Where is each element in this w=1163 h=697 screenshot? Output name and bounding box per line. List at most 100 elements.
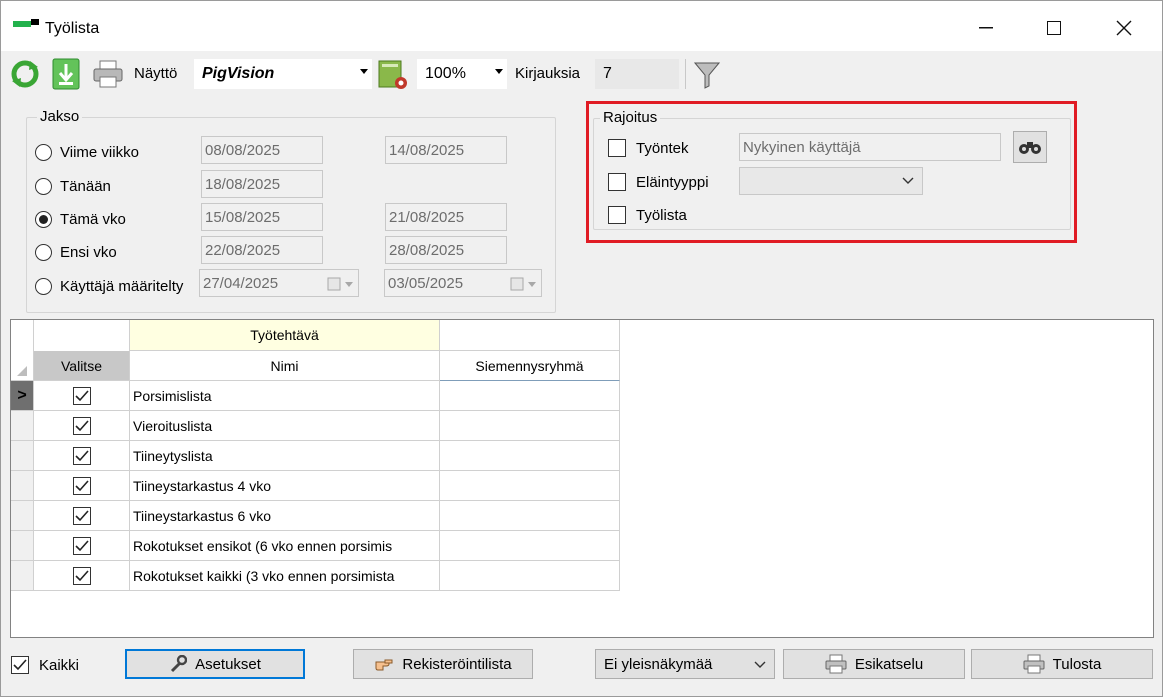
close-button[interactable] xyxy=(1109,13,1139,43)
row-checkbox[interactable] xyxy=(72,386,92,406)
today-date-field: 18/08/2025 xyxy=(201,170,323,198)
custom-to-date-picker[interactable]: 03/05/2025 xyxy=(384,269,542,297)
select-all-corner-icon xyxy=(17,365,27,376)
row-select-cell[interactable] xyxy=(34,411,130,441)
date-text: 15/08/2025 xyxy=(205,208,281,226)
row-name-cell[interactable]: Tiineystarkastus 6 vko xyxy=(130,501,440,531)
row-name-cell[interactable]: Tiineystarkastus 4 vko xyxy=(130,471,440,501)
checkbox[interactable] xyxy=(11,656,29,674)
period-legend: Jakso xyxy=(37,108,83,125)
row-name-cell[interactable]: Vieroituslista xyxy=(130,411,440,441)
print-button[interactable] xyxy=(91,59,125,89)
date-text: 21/08/2025 xyxy=(389,208,465,226)
row-group-cell[interactable] xyxy=(440,411,620,441)
row-checkbox[interactable] xyxy=(72,476,92,496)
radio-label: Käyttäjä määritelty xyxy=(60,278,184,295)
records-count: 7 xyxy=(595,59,679,89)
task-band-header: Työtehtävä xyxy=(130,320,440,351)
row-header[interactable]: > xyxy=(11,381,34,411)
row-group-cell[interactable] xyxy=(440,501,620,531)
row-header[interactable] xyxy=(11,501,34,531)
radio-button[interactable] xyxy=(35,244,52,261)
row-checkbox[interactable] xyxy=(72,416,92,436)
group-band-cell xyxy=(440,320,620,351)
row-name-cell[interactable]: Tiineytyslista xyxy=(130,441,440,471)
check-icon xyxy=(72,416,91,435)
print-preview-icon xyxy=(825,654,847,674)
preview-label: Esikatselu xyxy=(854,655,924,673)
row-select-cell[interactable] xyxy=(34,381,130,411)
row-name-cell[interactable]: Rokotukset ensikot (6 vko ennen porsimis xyxy=(130,531,440,561)
toolbar-separator xyxy=(685,59,686,89)
corner-cell xyxy=(11,320,34,351)
row-select-cell[interactable] xyxy=(34,441,130,471)
row-group-cell[interactable] xyxy=(440,531,620,561)
all-checkbox[interactable]: Kaikki xyxy=(11,656,79,674)
check-icon xyxy=(72,446,91,465)
check-icon xyxy=(72,506,91,525)
radio-today[interactable]: Tänään xyxy=(35,178,111,195)
date-text: 03/05/2025 xyxy=(388,274,464,292)
row-name-cell[interactable]: Porsimislista xyxy=(130,381,440,411)
column-header-name[interactable]: Nimi xyxy=(130,351,440,381)
close-icon xyxy=(1116,20,1132,36)
refresh-icon xyxy=(11,60,39,88)
view-settings-icon xyxy=(378,60,407,89)
radio-this-week[interactable]: Tämä vko xyxy=(35,211,126,228)
download-button[interactable] xyxy=(50,58,82,90)
row-group-cell[interactable] xyxy=(440,441,620,471)
row-group-cell[interactable] xyxy=(440,381,620,411)
row-header[interactable] xyxy=(11,441,34,471)
row-group-cell[interactable] xyxy=(440,471,620,501)
settings-button[interactable]: Asetukset xyxy=(125,649,305,679)
row-header[interactable] xyxy=(11,471,34,501)
row-group-cell[interactable] xyxy=(440,561,620,591)
column-header-group[interactable]: Siemennysryhmä xyxy=(440,351,620,381)
print-button-footer[interactable]: Tulosta xyxy=(971,649,1153,679)
row-checkbox[interactable] xyxy=(72,566,92,586)
minimize-button[interactable] xyxy=(971,13,1001,43)
row-checkbox[interactable] xyxy=(72,536,92,556)
row-select-cell[interactable] xyxy=(34,531,130,561)
row-checkbox[interactable] xyxy=(72,506,92,526)
calendar-dropdown[interactable] xyxy=(509,275,539,293)
view-settings-button[interactable] xyxy=(376,58,410,92)
row-header[interactable] xyxy=(11,561,34,591)
row-select-cell[interactable] xyxy=(34,501,130,531)
general-view-select[interactable]: Ei yleisnäkymää xyxy=(595,649,775,679)
row-select-cell[interactable] xyxy=(34,561,130,591)
filter-button[interactable] xyxy=(691,59,723,91)
radio-button[interactable] xyxy=(35,178,52,195)
radio-next-week[interactable]: Ensi vko xyxy=(35,244,117,261)
calendar-icon xyxy=(327,277,353,291)
radio-user-defined[interactable]: Käyttäjä määritelty xyxy=(35,278,183,295)
check-icon xyxy=(72,566,91,585)
radio-button[interactable] xyxy=(35,211,52,228)
current-row-marker: > xyxy=(17,386,27,404)
maximize-button[interactable] xyxy=(1039,13,1069,43)
last-week-to-field: 14/08/2025 xyxy=(385,136,507,164)
refresh-button[interactable] xyxy=(9,58,41,90)
column-header-select[interactable]: Valitse xyxy=(34,351,130,381)
register-list-button[interactable]: Rekisteröintilista xyxy=(353,649,533,679)
row-select-cell[interactable] xyxy=(34,471,130,501)
row-header[interactable] xyxy=(11,531,34,561)
view-select-value: PigVision xyxy=(202,65,275,82)
date-text: 14/08/2025 xyxy=(389,141,465,159)
view-select[interactable]: PigVision xyxy=(194,59,372,89)
radio-button[interactable] xyxy=(35,144,52,161)
row-checkbox[interactable] xyxy=(72,446,92,466)
calendar-dropdown[interactable] xyxy=(326,275,356,293)
radio-button[interactable] xyxy=(35,278,52,295)
next-week-to-field: 28/08/2025 xyxy=(385,236,507,264)
preview-button[interactable]: Esikatselu xyxy=(783,649,965,679)
row-header[interactable] xyxy=(11,411,34,441)
this-week-to-field: 21/08/2025 xyxy=(385,203,507,231)
radio-last-week[interactable]: Viime viikko xyxy=(35,144,139,161)
row-name-cell[interactable]: Rokotukset kaikki (3 vko ennen porsimist… xyxy=(130,561,440,591)
pointing-hand-icon xyxy=(374,656,394,672)
custom-from-date-picker[interactable]: 27/04/2025 xyxy=(199,269,359,297)
download-icon xyxy=(52,58,80,90)
check-icon xyxy=(13,659,27,671)
zoom-select[interactable]: 100% xyxy=(417,59,507,89)
